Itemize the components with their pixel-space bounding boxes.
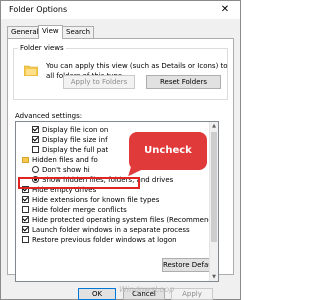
list-item[interactable]: Hide extensions for known file types (22, 195, 159, 205)
scroll-down-icon[interactable]: ▼ (210, 273, 218, 281)
folder-icon (22, 157, 29, 163)
list-item[interactable]: Display file size inf (32, 135, 108, 145)
window-title: Folder Options (9, 5, 68, 14)
checkbox-icon[interactable] (32, 136, 39, 143)
folder-options-window: Folder Options ✕ General View Search Fol… (0, 0, 241, 300)
checkbox-icon[interactable] (32, 146, 39, 153)
radio-icon[interactable] (32, 166, 39, 173)
uncheck-callout: Uncheck (129, 132, 207, 170)
list-item[interactable]: Display the full pat (32, 145, 108, 155)
list-item[interactable]: Launch folder windows in a separate proc… (22, 225, 190, 235)
apply-to-folders-button[interactable]: Apply to Folders (63, 75, 135, 89)
restore-defaults-button[interactable]: Restore Defaults (162, 258, 218, 272)
list-item[interactable]: Display file icon on (32, 125, 108, 135)
checkbox-icon[interactable] (32, 126, 39, 133)
checkbox-icon[interactable] (22, 216, 29, 223)
tab-view[interactable]: View (38, 25, 63, 39)
list-item[interactable]: Don't show hi (32, 165, 90, 175)
folder-icon (24, 65, 38, 76)
advanced-settings-label: Advanced settings: (15, 112, 83, 120)
list-item-hide-folder-merge-conflicts[interactable]: Hide folder merge conflicts (22, 205, 127, 215)
scrollbar[interactable]: ▲ ▼ (209, 122, 218, 281)
folder-views-group: Folder views You can apply this view (su… (13, 44, 228, 100)
close-button[interactable]: ✕ (210, 1, 240, 19)
ok-button[interactable]: OK (78, 288, 116, 300)
list-item-group: Hidden files and fo (22, 155, 98, 165)
highlight-box (18, 177, 140, 189)
checkbox-icon[interactable] (22, 226, 29, 233)
title-bar: Folder Options ✕ (1, 1, 240, 19)
checkbox-icon[interactable] (22, 196, 29, 203)
scroll-up-icon[interactable]: ▲ (210, 122, 218, 130)
list-item[interactable]: Hide protected operating system files (R… (22, 215, 218, 225)
checkbox-icon[interactable] (22, 236, 29, 243)
tab-search[interactable]: Search (62, 26, 95, 38)
reset-folders-button[interactable]: Reset Folders (146, 75, 221, 89)
scrollbar-thumb[interactable] (211, 132, 217, 242)
apply-button[interactable]: Apply (171, 288, 213, 300)
list-item[interactable]: Restore previous folder windows at logon (22, 235, 177, 245)
watermark-text: WindowsLoop (119, 285, 175, 294)
checkbox-icon[interactable] (22, 206, 29, 213)
folder-views-label: Folder views (18, 44, 66, 52)
